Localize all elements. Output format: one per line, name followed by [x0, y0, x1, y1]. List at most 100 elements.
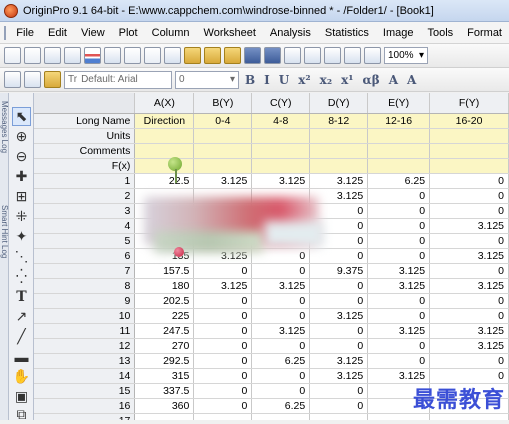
- table-row[interactable]: 9 202.5 0 0 0 0 0: [34, 293, 509, 309]
- font-size-select[interactable]: 0 ▾: [175, 70, 239, 89]
- table-row[interactable]: 11 247.5 0 3.125 0 3.125 3.125: [34, 323, 509, 339]
- meta-row-label[interactable]: Units: [34, 128, 136, 144]
- open-excel-icon[interactable]: [224, 47, 241, 64]
- data-cell[interactable]: 3.125: [251, 278, 311, 294]
- menu-grip-icon[interactable]: [4, 25, 8, 40]
- data-cell[interactable]: 0: [367, 188, 431, 204]
- table-row[interactable]: 14 315 0 0 3.125 3.125 0: [34, 368, 509, 384]
- column-header[interactable]: E(Y): [367, 93, 431, 114]
- data-cell[interactable]: 0: [309, 383, 369, 399]
- open-template-icon[interactable]: [204, 47, 221, 64]
- data-cell[interactable]: 292.5: [134, 353, 195, 369]
- data-cell[interactable]: 0: [251, 263, 311, 279]
- menu-worksheet[interactable]: Worksheet: [197, 27, 263, 39]
- row-number[interactable]: 12: [34, 338, 136, 354]
- scale-tool-icon[interactable]: ⁜: [12, 207, 31, 226]
- row-number[interactable]: 16: [34, 398, 136, 414]
- meta-cell[interactable]: [193, 128, 253, 144]
- meta-cell[interactable]: 12-16: [367, 113, 431, 129]
- meta-cell[interactable]: [367, 143, 431, 159]
- table-row[interactable]: 1 22.5 3.125 3.125 3.125 6.25 0: [34, 173, 509, 189]
- meta-cell[interactable]: [251, 158, 311, 174]
- new-matrix-icon[interactable]: [124, 47, 141, 64]
- data-cell[interactable]: 0: [309, 398, 369, 414]
- menu-edit[interactable]: Edit: [41, 27, 74, 39]
- import-wizard-icon[interactable]: [284, 47, 301, 64]
- meta-cell[interactable]: [134, 158, 195, 174]
- superscript-button[interactable]: x²: [295, 73, 313, 87]
- data-reader-tool-icon[interactable]: ✚: [12, 167, 31, 186]
- data-cell[interactable]: 0: [251, 293, 311, 309]
- data-cell[interactable]: 337.5: [134, 383, 195, 399]
- menu-view[interactable]: View: [74, 27, 112, 39]
- data-cell[interactable]: 3.125: [429, 338, 509, 354]
- data-cell[interactable]: 0: [367, 248, 431, 264]
- data-cell[interactable]: 315: [134, 368, 195, 384]
- table-row[interactable]: 61353.1250003.125: [34, 248, 509, 264]
- data-cell[interactable]: [193, 413, 253, 420]
- screen-reader-tool-icon[interactable]: ⊞: [12, 187, 31, 206]
- data-cell[interactable]: 3.125: [309, 368, 369, 384]
- table-row[interactable]: 7 157.5 0 0 9.375 3.125 0: [34, 263, 509, 279]
- row-number[interactable]: 2: [34, 188, 136, 204]
- new-graph-icon[interactable]: [84, 47, 101, 64]
- copy-icon[interactable]: [24, 71, 41, 88]
- data-cell[interactable]: 0: [367, 308, 431, 324]
- data-cell[interactable]: 6.25: [251, 398, 311, 414]
- data-cell[interactable]: 0: [193, 263, 253, 279]
- data-cell[interactable]: 3.125: [429, 278, 509, 294]
- row-number[interactable]: 15: [34, 383, 136, 399]
- data-cell[interactable]: 0: [367, 233, 431, 249]
- data-cell[interactable]: 0: [193, 323, 253, 339]
- save-project-icon[interactable]: [244, 47, 261, 64]
- font-select[interactable]: Tr Default: Arial: [64, 70, 172, 89]
- data-cell[interactable]: 3.125: [309, 308, 369, 324]
- column-header[interactable]: A(X): [134, 93, 195, 114]
- row-number[interactable]: 5: [34, 233, 136, 249]
- data-cell[interactable]: 6.25: [367, 173, 431, 189]
- data-cell[interactable]: 225: [134, 308, 195, 324]
- draw-data-tool-icon[interactable]: ✦: [12, 227, 31, 246]
- data-cell[interactable]: 0: [367, 338, 431, 354]
- data-cell[interactable]: 0: [193, 383, 253, 399]
- meta-row-label[interactable]: F(x): [34, 158, 136, 174]
- table-row[interactable]: 13 292.5 0 6.25 3.125 0 0: [34, 353, 509, 369]
- row-number[interactable]: 7: [34, 263, 136, 279]
- menu-format[interactable]: Format: [460, 27, 509, 39]
- supersubscript-button[interactable]: x¹: [338, 73, 356, 87]
- row-number[interactable]: 6: [34, 248, 136, 264]
- data-cell[interactable]: [367, 413, 431, 420]
- data-cell[interactable]: 0: [309, 248, 369, 264]
- paste-icon[interactable]: [44, 71, 61, 88]
- table-row[interactable]: 12 270 0 0 0 0 3.125: [34, 338, 509, 354]
- meta-cell[interactable]: [309, 158, 369, 174]
- row-number[interactable]: 13: [34, 353, 136, 369]
- data-cell[interactable]: 3.125: [367, 323, 431, 339]
- data-cell[interactable]: 0: [193, 338, 253, 354]
- meta-cell[interactable]: 16-20: [429, 113, 509, 129]
- meta-cell[interactable]: Direction: [134, 113, 195, 129]
- layer-tool-icon[interactable]: ⧉: [12, 405, 31, 424]
- data-cell[interactable]: 247.5: [134, 323, 195, 339]
- data-cell[interactable]: [251, 413, 311, 420]
- data-cell[interactable]: 3.125: [429, 218, 509, 234]
- data-cell[interactable]: 0: [367, 293, 431, 309]
- table-row[interactable]: 10 225 0 0 3.125 0 0: [34, 308, 509, 324]
- origin-app-icon[interactable]: [4, 3, 18, 18]
- row-number[interactable]: 9: [34, 293, 136, 309]
- data-cell[interactable]: [309, 413, 369, 420]
- data-cell[interactable]: 3.125: [251, 323, 311, 339]
- meta-row[interactable]: Long Name Direction 0-4 4-8 8-12 12-16 16-20: [34, 113, 509, 129]
- menu-file[interactable]: File: [9, 27, 41, 39]
- meta-row[interactable]: F(x): [34, 158, 509, 174]
- data-cell[interactable]: 6.25: [251, 353, 311, 369]
- data-cell[interactable]: 3.125: [367, 368, 431, 384]
- data-cell[interactable]: 0: [429, 188, 509, 204]
- data-cell[interactable]: 0: [367, 218, 431, 234]
- zoom-select[interactable]: 100% ▾: [384, 47, 428, 64]
- meta-cell[interactable]: 0-4: [193, 113, 253, 129]
- underline-button[interactable]: U: [276, 73, 292, 87]
- data-cell[interactable]: 0: [193, 308, 253, 324]
- data-cell[interactable]: 3.125: [193, 278, 253, 294]
- data-cell[interactable]: 0: [309, 338, 369, 354]
